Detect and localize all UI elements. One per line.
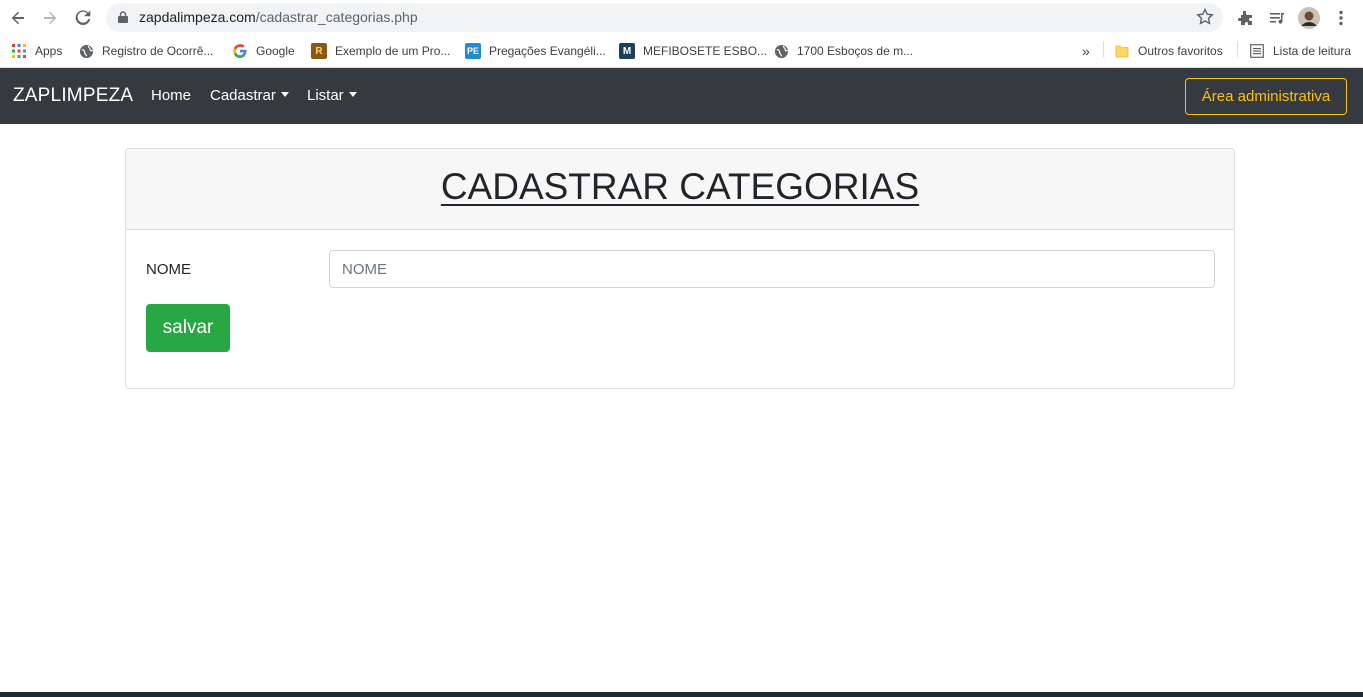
- bookmark-label: Outros favoritos: [1138, 44, 1223, 58]
- bookmark-label: Google: [256, 44, 295, 58]
- category-form-card: CADASTRAR CATEGORIAS NOME salvar: [125, 148, 1235, 389]
- bookmark-label: Pregações Evangéli...: [489, 44, 606, 58]
- site-navbar: ZAPLIMPEZA Home Cadastrar Listar Área ad…: [0, 68, 1363, 124]
- forward-icon[interactable]: [38, 6, 62, 30]
- page-title: CADASTRAR CATEGORIAS: [440, 166, 920, 207]
- site-brand[interactable]: ZAPLIMPEZA: [13, 85, 133, 107]
- star-icon[interactable]: [1195, 7, 1215, 27]
- back-icon[interactable]: [6, 6, 30, 30]
- card-header: CADASTRAR CATEGORIAS: [126, 149, 1234, 230]
- bookmark-google[interactable]: Google: [232, 41, 295, 61]
- bookmark-label: Lista de leitura: [1273, 44, 1352, 58]
- profile-avatar[interactable]: [1297, 6, 1321, 30]
- nav-home[interactable]: Home: [151, 87, 191, 104]
- bookmark-divider: [1103, 41, 1104, 57]
- lock-icon: [118, 11, 128, 23]
- globe-icon: [78, 43, 94, 59]
- bookmark-label: MEFIBOSETE ESBO...: [643, 44, 768, 58]
- caret-down-icon: [348, 92, 357, 97]
- bookmark-label: 1700 Esboços de m...: [797, 44, 914, 58]
- nav-cadastrar-dropdown[interactable]: Cadastrar: [210, 87, 289, 104]
- bookmark-divider: [1237, 41, 1238, 57]
- admin-area-button[interactable]: Área administrativa: [1185, 78, 1347, 115]
- bookmarks-bar: Apps Registro de Ocorrê... Google R Exem…: [0, 35, 1363, 68]
- nav-cadastrar-label: Cadastrar: [210, 87, 276, 104]
- apps-grid-icon: [11, 43, 27, 59]
- reading-list-icon: [1249, 43, 1265, 59]
- globe-icon: [773, 43, 789, 59]
- bookmark-apps[interactable]: Apps: [11, 41, 62, 61]
- bookmark-mefibosete[interactable]: M MEFIBOSETE ESBO...: [619, 41, 767, 61]
- save-button[interactable]: salvar: [146, 304, 230, 352]
- bookmark-label: Registro de Ocorrê...: [102, 44, 214, 58]
- reading-list[interactable]: Lista de leitura: [1249, 41, 1351, 61]
- extensions-icon[interactable]: [1233, 6, 1257, 30]
- url-host: zapdalimpeza.com: [139, 9, 256, 25]
- name-input[interactable]: [329, 250, 1215, 288]
- url-text: zapdalimpeza.com/cadastrar_categorias.ph…: [139, 9, 418, 25]
- media-icon[interactable]: [1265, 6, 1289, 30]
- bookmarks-overflow[interactable]: »: [1082, 41, 1090, 61]
- overflow-chevron-icon: »: [1082, 43, 1090, 59]
- folder-icon: [1114, 43, 1130, 59]
- nav-listar-label: Listar: [307, 87, 344, 104]
- url-path: /cadastrar_categorias.php: [255, 9, 418, 25]
- name-label: NOME: [146, 261, 191, 278]
- google-icon: [232, 43, 248, 59]
- bookmark-esbocos[interactable]: 1700 Esboços de m...: [773, 41, 913, 61]
- taskbar-strip: [0, 692, 1363, 697]
- bookmark-label: Exemplo de um Pro...: [335, 44, 451, 58]
- bookmark-label: Apps: [35, 44, 63, 58]
- nav-listar-dropdown[interactable]: Listar: [307, 87, 357, 104]
- bookmark-registro[interactable]: Registro de Ocorrê...: [78, 41, 213, 61]
- caret-down-icon: [280, 92, 289, 97]
- menu-icon[interactable]: [1329, 6, 1353, 30]
- address-bar[interactable]: zapdalimpeza.com/cadastrar_categorias.ph…: [106, 3, 1223, 32]
- reload-icon[interactable]: [71, 6, 95, 30]
- pe-badge-icon: PE: [465, 43, 481, 59]
- m-badge-icon: M: [619, 43, 635, 59]
- bookmark-pregacoes[interactable]: PE Pregações Evangéli...: [465, 41, 606, 61]
- bookmark-exemplo[interactable]: R Exemplo de um Pro...: [311, 41, 450, 61]
- r-badge-icon: R: [311, 43, 327, 59]
- browser-toolbar: zapdalimpeza.com/cadastrar_categorias.ph…: [0, 0, 1363, 35]
- bookmark-outros-favoritos[interactable]: Outros favoritos: [1114, 41, 1223, 61]
- nav-home-label: Home: [151, 87, 192, 104]
